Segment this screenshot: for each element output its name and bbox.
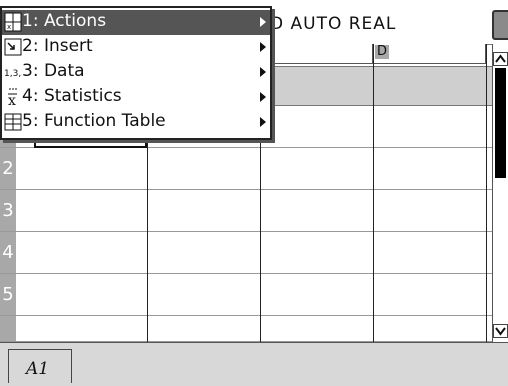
column-letter-d: D (375, 44, 390, 59)
function-table-icon (4, 112, 22, 132)
table-row: 5 (0, 274, 492, 316)
submenu-arrow-icon (260, 17, 266, 27)
menu-item-actions[interactable]: x 1: Actions (2, 10, 270, 35)
menu-item-data[interactable]: 1,3,5 3: Data (2, 60, 270, 85)
svg-text:x: x (8, 93, 16, 109)
menu-item-label: 1: Actions (22, 11, 107, 31)
row-number[interactable]: 2 (0, 148, 16, 189)
scroll-up-button[interactable] (493, 52, 508, 66)
vertical-scrollbar[interactable] (492, 44, 508, 342)
entry-line[interactable]: A1 (0, 342, 508, 386)
spreadsheet-menu: x 1: Actions 2: Insert 1,3,5 3: Data x 4… (0, 6, 272, 140)
menu-item-label: 4: Statistics (22, 86, 122, 106)
table-row (0, 316, 492, 342)
scroll-down-button[interactable] (493, 324, 508, 338)
table-row: 3 (0, 190, 492, 232)
cell-reference-label: A1 (26, 359, 50, 379)
actions-icon: x (4, 12, 22, 32)
menu-item-function-table[interactable]: 5: Function Table (2, 110, 270, 135)
menu-item-insert[interactable]: 2: Insert (2, 35, 270, 60)
menu-item-statistics[interactable]: x 4: Statistics (2, 85, 270, 110)
mode-status-text: D AUTO REAL (270, 14, 397, 34)
menu-item-label: 3: Data (22, 61, 85, 81)
chevron-down-icon (495, 327, 506, 336)
data-icon: 1,3,5 (4, 62, 27, 82)
statistics-icon: x (4, 87, 22, 109)
row-number[interactable]: 4 (0, 232, 16, 273)
submenu-arrow-icon (260, 42, 266, 52)
submenu-arrow-icon (260, 92, 266, 102)
menu-item-label: 2: Insert (22, 36, 93, 56)
table-row: 4 (0, 232, 492, 274)
row-number-partial[interactable] (0, 316, 16, 341)
column-divider (486, 44, 487, 342)
submenu-arrow-icon (260, 117, 266, 127)
calculator-screen: D AUTO REAL D 1 2 3 4 5 (0, 0, 508, 386)
scroll-thumb[interactable] (495, 68, 506, 178)
chevron-up-icon (495, 54, 506, 63)
menu-item-label: 5: Function Table (22, 111, 166, 131)
column-divider (373, 44, 374, 342)
submenu-arrow-icon (260, 67, 266, 77)
row-number[interactable]: 5 (0, 274, 16, 315)
table-row: 2 (0, 148, 492, 190)
svg-text:x: x (7, 23, 11, 31)
svg-text:1,3,5: 1,3,5 (4, 69, 22, 79)
insert-icon (4, 37, 22, 57)
row-number[interactable]: 3 (0, 190, 16, 231)
column-header-d[interactable]: D (373, 44, 486, 64)
battery-icon (492, 10, 508, 40)
column-header-c[interactable] (260, 44, 373, 64)
